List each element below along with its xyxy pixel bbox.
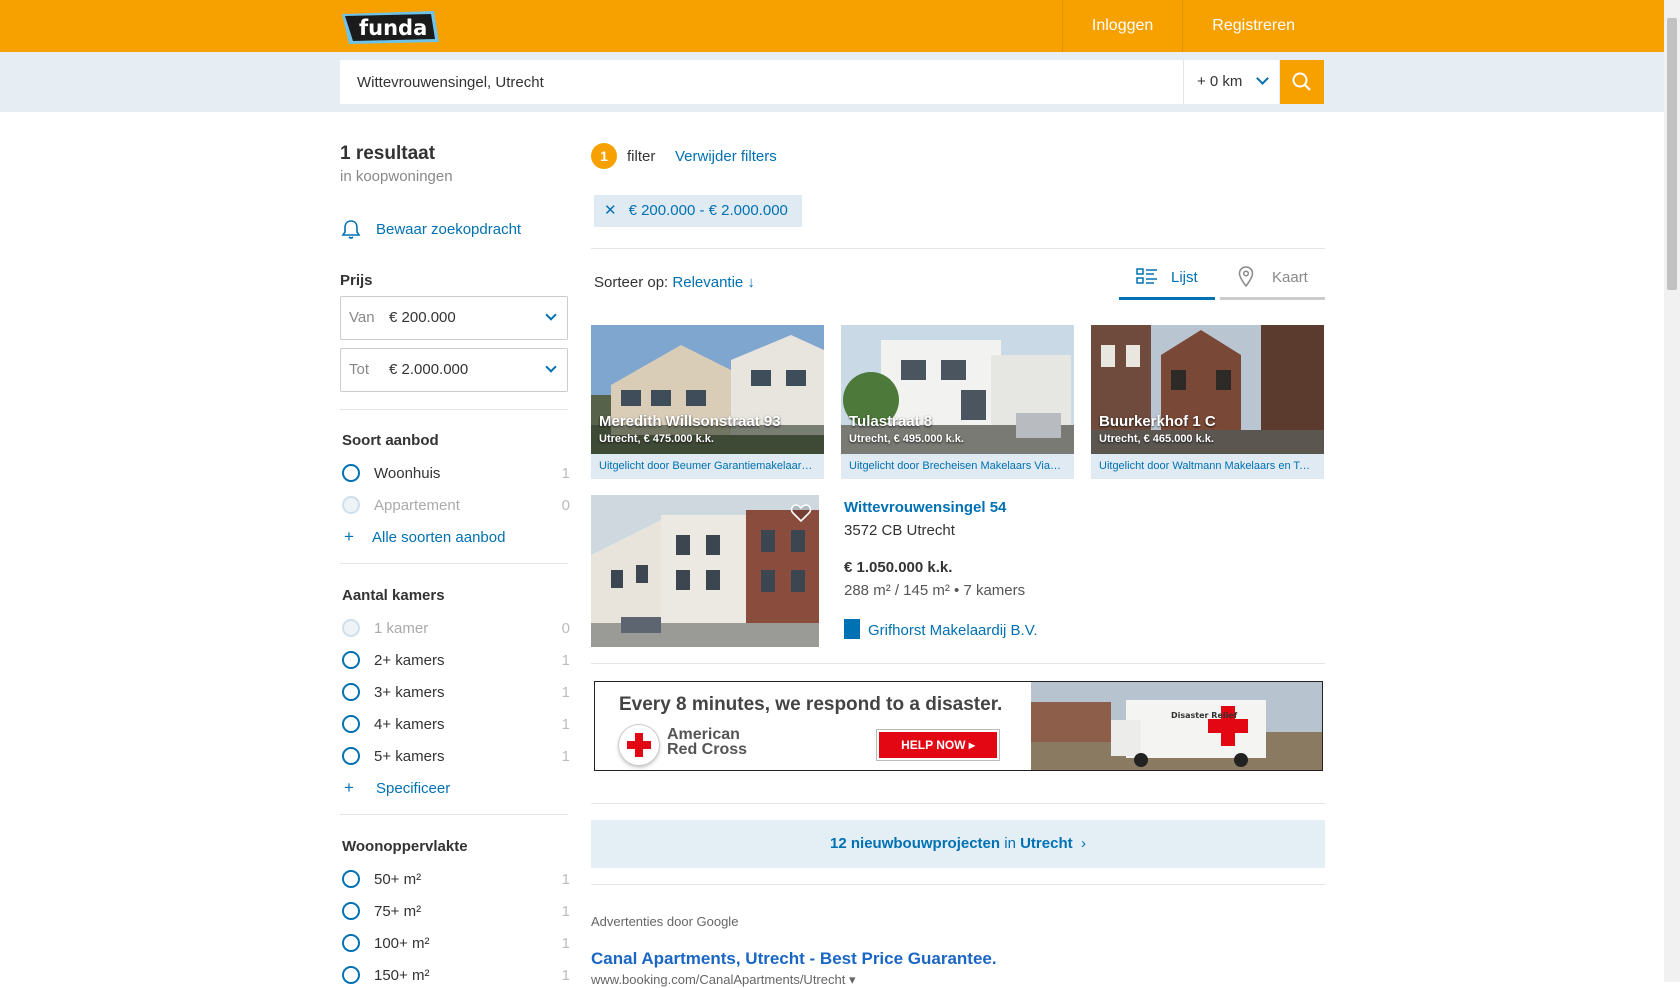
search-result-item[interactable]: Wittevrouwensingel 54 3572 CB Utrecht € …: [591, 495, 1325, 650]
close-icon[interactable]: ✕: [604, 195, 617, 227]
option-3-kamers[interactable]: 3+ kamers 1: [342, 681, 570, 703]
bell-icon: [341, 220, 361, 239]
results-subtitle: in koopwoningen: [340, 168, 453, 185]
chevron-down-icon: [1256, 72, 1269, 85]
divider: [340, 563, 568, 564]
radio[interactable]: [342, 683, 360, 701]
list-icon: [1136, 268, 1157, 284]
all-offer-types-link[interactable]: + Alle soorten aanbod: [344, 527, 505, 547]
heart-icon[interactable]: [790, 503, 812, 523]
option-appartement: Appartement 0: [342, 494, 570, 516]
featured-card[interactable]: Tulastraat 8 Utrecht, € 495.000 k.k. Uit…: [841, 325, 1074, 479]
radio: [342, 619, 360, 637]
listing-price: € 1.050.000 k.k.: [844, 559, 953, 576]
help-now-button[interactable]: HELP NOW ▸: [877, 730, 999, 760]
listing-postcode: 3572 CB Utrecht: [844, 522, 955, 539]
divider: [591, 803, 1325, 804]
price-from-select[interactable]: Van € 200.000: [340, 296, 568, 340]
scrollbar[interactable]: [1664, 0, 1680, 982]
google-ads-label: Advertenties door Google: [591, 914, 739, 929]
chevron-down-icon: [545, 309, 557, 321]
radio: [342, 496, 360, 514]
area-heading: Woonoppervlakte: [342, 838, 468, 855]
house-photo[interactable]: [591, 495, 819, 647]
funda-logo[interactable]: funda: [339, 8, 441, 45]
login-link[interactable]: Inloggen: [1061, 0, 1182, 52]
offer-type-heading: Soort aanbod: [342, 432, 439, 449]
google-ad-url: www.booking.com/CanalApartments/Utrecht …: [591, 972, 856, 987]
option-5-kamers[interactable]: 5+ kamers 1: [342, 745, 570, 767]
price-to-select[interactable]: Tot € 2.000.000: [340, 348, 568, 392]
filter-label: filter: [627, 148, 656, 165]
search-icon: [1292, 72, 1311, 91]
option-1-kamer: 1 kamer 0: [342, 617, 570, 639]
divider: [591, 248, 1325, 249]
sort-control: Sorteer op: Relevantie ↓: [594, 274, 755, 291]
map-pin-icon: [1238, 266, 1254, 288]
tab-list-view[interactable]: Lijst: [1119, 252, 1215, 300]
divider: [591, 884, 1325, 885]
option-woonhuis[interactable]: Woonhuis 1: [342, 462, 570, 484]
sort-select[interactable]: Relevantie ↓: [672, 274, 755, 291]
option-100-m2[interactable]: 100+ m² 1: [342, 932, 570, 954]
featured-card[interactable]: Buurkerkhof 1 C Utrecht, € 465.000 k.k. …: [1091, 325, 1324, 479]
search-input[interactable]: [340, 60, 1183, 104]
divider: [340, 814, 568, 815]
radio[interactable]: [342, 464, 360, 482]
price-filter-chip[interactable]: ✕ € 200.000 - € 2.000.000: [594, 195, 802, 227]
top-bar: funda Inloggen Registreren: [0, 0, 1664, 52]
remove-filters-link[interactable]: Verwijder filters: [675, 148, 777, 165]
tab-map-view[interactable]: Kaart: [1220, 252, 1325, 300]
radio[interactable]: [342, 651, 360, 669]
ad-image: Disaster Relief: [1031, 682, 1322, 770]
radius-select[interactable]: + 0 km: [1183, 60, 1279, 104]
option-4-kamers[interactable]: 4+ kamers 1: [342, 713, 570, 735]
radio[interactable]: [342, 934, 360, 952]
search-button[interactable]: [1280, 60, 1324, 104]
red-cross-logo-icon: [619, 725, 659, 765]
svg-text:Disaster Relief: Disaster Relief: [1171, 711, 1238, 720]
filter-count-badge: 1: [591, 143, 617, 169]
option-150-m2[interactable]: 150+ m² 1: [342, 964, 570, 986]
plus-icon: +: [344, 778, 354, 797]
rooms-heading: Aantal kamers: [342, 587, 445, 604]
search-bar: + 0 km: [0, 52, 1664, 112]
option-50-m2[interactable]: 50+ m² 1: [342, 868, 570, 890]
option-75-m2[interactable]: 75+ m² 1: [342, 900, 570, 922]
radio[interactable]: [342, 966, 360, 984]
google-ad-link[interactable]: Canal Apartments, Utrecht - Best Price G…: [591, 949, 997, 969]
register-link[interactable]: Registreren: [1182, 0, 1324, 52]
divider: [591, 663, 1325, 664]
radio[interactable]: [342, 902, 360, 920]
radio[interactable]: [342, 715, 360, 733]
svg-text:funda: funda: [359, 16, 427, 40]
results-count: 1 resultaat: [340, 143, 436, 164]
price-heading: Prijs: [340, 272, 373, 289]
divider: [340, 409, 568, 410]
scrollbar-thumb[interactable]: [1667, 18, 1677, 290]
chevron-right-icon: ›: [1076, 835, 1086, 852]
radio[interactable]: [342, 747, 360, 765]
listing-specs: 288 m² / 145 m² • 7 kamers: [844, 582, 1026, 599]
specify-rooms-link[interactable]: + Specificeer: [344, 778, 450, 798]
new-build-projects-link[interactable]: 12 nieuwbouwprojecten in Utrecht ›: [591, 820, 1325, 868]
radio[interactable]: [342, 870, 360, 888]
nvm-logo-icon: [844, 619, 860, 639]
listing-address[interactable]: Wittevrouwensingel 54: [844, 499, 1006, 516]
option-2-kamers[interactable]: 2+ kamers 1: [342, 649, 570, 671]
red-cross-ad[interactable]: Every 8 minutes, we respond to a disaste…: [594, 681, 1323, 771]
featured-card[interactable]: Meredith Willsonstraat 93 Utrecht, € 475…: [591, 325, 824, 479]
plus-icon: +: [344, 527, 354, 546]
broker-link[interactable]: Grifhorst Makelaardij B.V.: [844, 619, 1038, 639]
chevron-down-icon: [545, 361, 557, 373]
